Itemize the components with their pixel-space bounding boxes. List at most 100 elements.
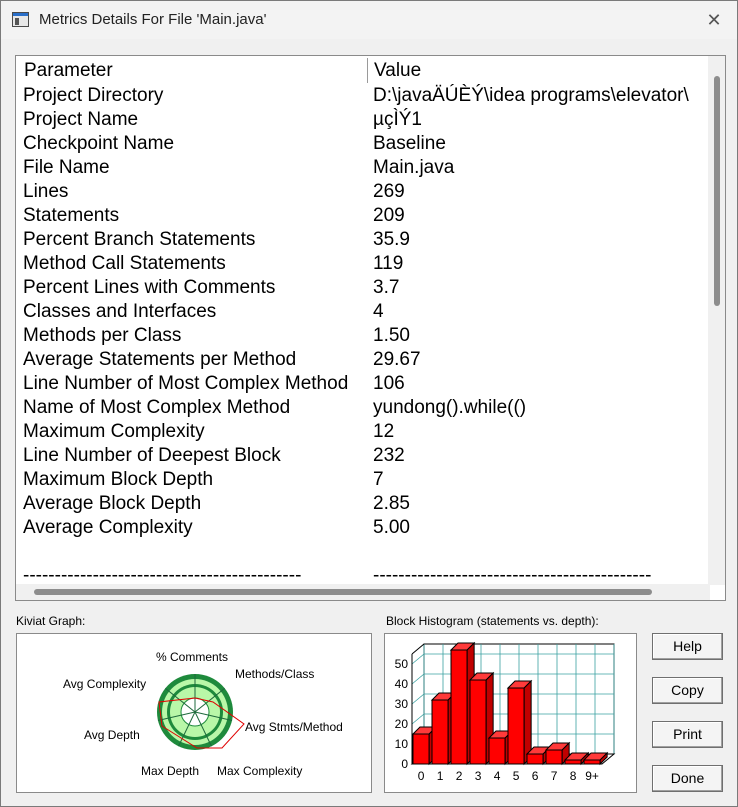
histogram-x-tick: 2 bbox=[456, 769, 463, 783]
help-button[interactable]: Help bbox=[652, 633, 723, 660]
histogram-grid-diagonal bbox=[411, 693, 425, 705]
value-cell: 3.7 bbox=[373, 277, 400, 298]
histogram-label: Block Histogram (statements vs. depth): bbox=[386, 614, 599, 628]
table-row[interactable]: Methods per Class 1.50 bbox=[18, 324, 712, 348]
horizontal-scrollbar[interactable] bbox=[16, 584, 710, 600]
print-button[interactable]: Print bbox=[652, 721, 723, 748]
parameter-cell: Method Call Statements bbox=[23, 253, 226, 274]
table-row[interactable]: Method Call Statements 119 bbox=[18, 252, 712, 276]
histogram-x-tick: 5 bbox=[513, 769, 520, 783]
metrics-table: Parameter Value Project Directory D:\java… bbox=[15, 55, 726, 601]
histogram-bar bbox=[526, 753, 544, 765]
table-row[interactable]: Maximum Block Depth 7 bbox=[18, 468, 712, 492]
column-header-parameter[interactable]: Parameter bbox=[18, 58, 368, 83]
table-row[interactable]: Line Number of Most Complex Method 106 bbox=[18, 372, 712, 396]
kiviat-axis-methods-class: Methods/Class bbox=[235, 667, 314, 681]
table-row[interactable]: Statements 209 bbox=[18, 204, 712, 228]
parameter-cell: Project Directory bbox=[23, 85, 164, 106]
table-row[interactable]: Project Name µçÌÝ1 bbox=[18, 108, 712, 132]
table-row[interactable]: ----------------------------------------… bbox=[18, 564, 712, 586]
metrics-dialog: Metrics Details For File 'Main.java' ✕ P… bbox=[0, 0, 738, 807]
value-cell: 4 bbox=[373, 301, 384, 322]
histogram-x-tick: 8 bbox=[570, 769, 577, 783]
table-header: Parameter Value bbox=[18, 58, 712, 83]
kiviat-axis-comments: % Comments bbox=[156, 650, 228, 664]
vertical-scrollbar[interactable] bbox=[708, 56, 725, 585]
kiviat-svg: % Comments Methods/Class Avg Stmts/Metho… bbox=[63, 650, 343, 778]
histogram-bar bbox=[431, 699, 449, 765]
table-row[interactable]: Lines 269 bbox=[18, 180, 712, 204]
done-button[interactable]: Done bbox=[652, 765, 723, 792]
table-row[interactable] bbox=[18, 540, 712, 564]
parameter-cell bbox=[18, 540, 368, 564]
histogram-y-axis-top bbox=[411, 643, 425, 655]
table-row[interactable]: Maximum Complexity 12 bbox=[18, 420, 712, 444]
histogram-grid-diagonal bbox=[411, 653, 425, 665]
value-cell: yundong().while(() bbox=[373, 397, 527, 418]
parameter-cell: Classes and Interfaces bbox=[23, 301, 217, 322]
close-button[interactable]: ✕ bbox=[691, 1, 737, 39]
histogram-grid-diagonal bbox=[411, 713, 425, 725]
value-cell: ----------------------------------------… bbox=[373, 565, 652, 586]
window-title: Metrics Details For File 'Main.java' bbox=[39, 11, 267, 28]
histogram-y-tick: 40 bbox=[395, 677, 409, 691]
parameter-cell: Average Block Depth bbox=[23, 493, 202, 514]
vertical-scroll-thumb[interactable] bbox=[714, 76, 720, 306]
parameter-cell: Lines bbox=[23, 181, 69, 202]
value-cell bbox=[368, 540, 712, 564]
histogram-y-tick: 20 bbox=[395, 717, 409, 731]
table-row[interactable]: Average Statements per Method 29.67 bbox=[18, 348, 712, 372]
copy-button[interactable]: Copy bbox=[652, 677, 723, 704]
table-row[interactable]: Classes and Interfaces 4 bbox=[18, 300, 712, 324]
histogram-bar bbox=[545, 749, 563, 765]
histogram-y-tick: 0 bbox=[401, 757, 408, 771]
block-histogram: 0 10 20 30 40 50 0 1 2 3 4 5 6 7 8 9+ bbox=[384, 633, 637, 793]
histogram-bar bbox=[507, 687, 525, 765]
parameter-cell: Maximum Block Depth bbox=[23, 469, 214, 490]
histogram-bar bbox=[564, 759, 582, 765]
histogram-x-tick: 0 bbox=[418, 769, 425, 783]
table-row[interactable]: Checkpoint Name Baseline bbox=[18, 132, 712, 156]
horizontal-scroll-thumb[interactable] bbox=[34, 589, 652, 595]
table-row[interactable]: Average Block Depth 2.85 bbox=[18, 492, 712, 516]
kiviat-axis-max-depth: Max Depth bbox=[141, 764, 199, 778]
parameter-cell: Percent Lines with Comments bbox=[23, 277, 276, 298]
table-row[interactable]: Line Number of Deepest Block 232 bbox=[18, 444, 712, 468]
table-row[interactable]: Name of Most Complex Method yundong().whi… bbox=[18, 396, 712, 420]
value-cell: Main.java bbox=[373, 157, 455, 178]
value-cell: 5.00 bbox=[373, 517, 410, 538]
column-header-value[interactable]: Value bbox=[368, 58, 712, 83]
value-cell: 12 bbox=[373, 421, 395, 442]
kiviat-label: Kiviat Graph: bbox=[16, 614, 86, 628]
value-cell: 29.67 bbox=[373, 349, 421, 370]
histogram-x-tick: 4 bbox=[494, 769, 501, 783]
value-cell: 269 bbox=[373, 181, 405, 202]
table-row[interactable]: Average Complexity 5.00 bbox=[18, 516, 712, 540]
value-cell: 1.50 bbox=[373, 325, 410, 346]
value-cell: 232 bbox=[373, 445, 405, 466]
histogram-bar bbox=[412, 733, 430, 765]
table-rows: Project Directory D:\javaÄÚÈÝ\idea progra… bbox=[18, 84, 712, 586]
kiviat-graph: % Comments Methods/Class Avg Stmts/Metho… bbox=[16, 633, 372, 793]
histogram-y-tick: 30 bbox=[395, 697, 409, 711]
table-row[interactable]: File Name Main.java bbox=[18, 156, 712, 180]
table-row[interactable]: Percent Lines with Comments 3.7 bbox=[18, 276, 712, 300]
parameter-cell: Project Name bbox=[23, 109, 139, 130]
histogram-bar bbox=[583, 759, 601, 765]
kiviat-axis-max-complexity: Max Complexity bbox=[217, 764, 302, 778]
value-cell: 119 bbox=[373, 253, 404, 274]
histogram-bar bbox=[469, 679, 487, 765]
histogram-x-tick: 9+ bbox=[585, 769, 599, 783]
histogram-x-tick: 7 bbox=[551, 769, 558, 783]
value-cell: 209 bbox=[373, 205, 405, 226]
value-cell: D:\javaÄÚÈÝ\idea programs\elevator\ bbox=[373, 85, 689, 106]
table-row[interactable]: Project Directory D:\javaÄÚÈÝ\idea progra… bbox=[18, 84, 712, 108]
histogram-x-tick: 1 bbox=[437, 769, 444, 783]
table-row[interactable]: Percent Branch Statements 35.9 bbox=[18, 228, 712, 252]
parameter-cell: Average Complexity bbox=[23, 517, 193, 538]
value-cell: µçÌÝ1 bbox=[373, 109, 422, 130]
parameter-cell: Line Number of Deepest Block bbox=[23, 445, 281, 466]
value-cell: 7 bbox=[373, 469, 384, 490]
parameter-cell: ----------------------------------------… bbox=[23, 565, 302, 586]
parameter-cell: Percent Branch Statements bbox=[23, 229, 256, 250]
